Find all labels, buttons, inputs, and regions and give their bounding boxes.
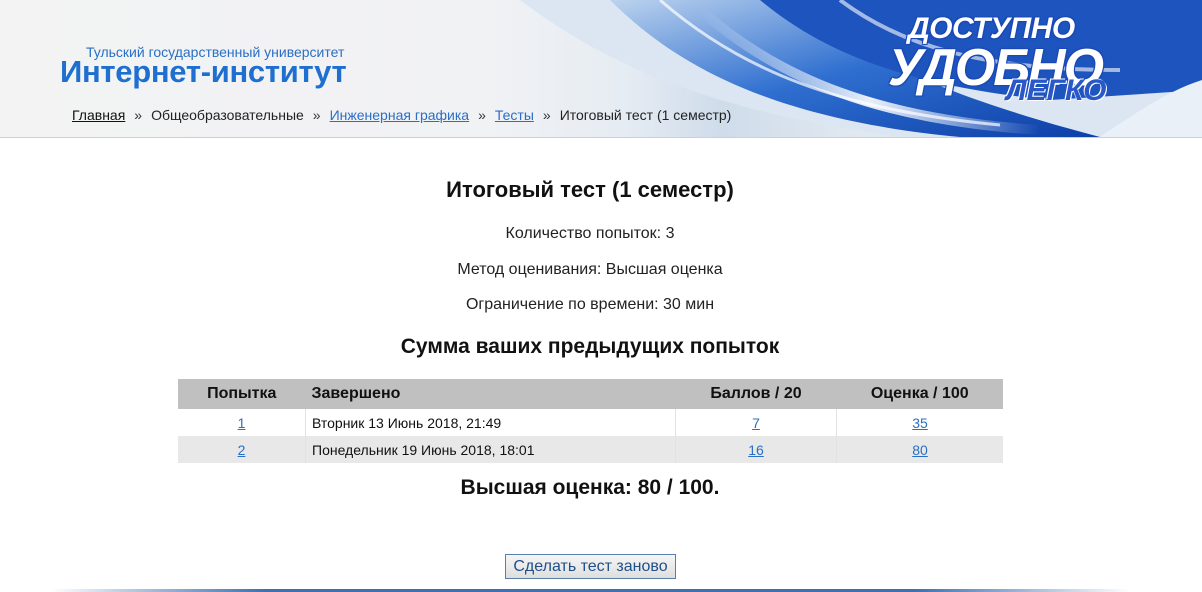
column-header-grade: Оценка / 100 xyxy=(836,379,1003,409)
breadcrumb-home-link[interactable]: Главная xyxy=(72,107,125,123)
points-link[interactable]: 7 xyxy=(752,415,760,431)
breadcrumb-separator: » xyxy=(542,107,551,123)
attempt-link[interactable]: 1 xyxy=(238,415,246,431)
breadcrumb-separator: » xyxy=(478,107,486,123)
summary-title: Сумма ваших предыдущих попыток xyxy=(400,335,780,358)
grade-link[interactable]: 80 xyxy=(912,442,928,458)
table-row: 2 Понедельник 19 Июнь 2018, 18:01 16 80 xyxy=(178,436,1003,463)
main-content: Итоговый тест (1 семестр) Количество поп… xyxy=(0,138,1202,592)
quiz-title: Итоговый тест (1 семестр) xyxy=(446,177,734,202)
breadcrumb-course-link[interactable]: Инженерная графика xyxy=(330,107,469,123)
attempt-link[interactable]: 2 xyxy=(238,442,246,458)
breadcrumb-separator: » xyxy=(312,107,321,123)
breadcrumb: Главная » Общеобразовательные » Инженерная г… xyxy=(72,107,731,123)
column-header-completed: Завершено xyxy=(305,379,676,409)
best-grade: Высшая оценка: 80 / 100. xyxy=(460,476,720,499)
slogan-logo: ДОСТУПНО УДОБНО ЛЕГКО xyxy=(880,10,1120,120)
slogan-word-3: ЛЕГКО xyxy=(1006,74,1107,107)
points-link[interactable]: 16 xyxy=(748,442,764,458)
time-limit: Ограничение по времени: 30 мин xyxy=(465,296,715,313)
breadcrumb-category: Общеобразовательные xyxy=(151,107,304,123)
institute-logo-text[interactable]: Интернет-институт xyxy=(60,54,347,90)
breadcrumb-separator: » xyxy=(134,107,143,123)
breadcrumb-current: Итоговый тест (1 семестр) xyxy=(559,107,732,123)
column-header-attempt: Попытка xyxy=(178,379,306,409)
attempts-allowed: Количество попыток: 3 xyxy=(505,225,675,242)
site-header: Тульский государственный университет Инт… xyxy=(0,0,1202,138)
attempts-table: Попытка Завершено Баллов / 20 Оценка / 1… xyxy=(178,379,1003,463)
column-header-points: Баллов / 20 xyxy=(675,379,837,409)
grading-method: Метод оценивания: Высшая оценка xyxy=(457,261,723,278)
table-header-row: Попытка Завершено Баллов / 20 Оценка / 1… xyxy=(178,379,1003,409)
retake-quiz-button[interactable]: Сделать тест заново xyxy=(505,554,676,579)
completed-date: Вторник 13 Июнь 2018, 21:49 xyxy=(305,409,676,436)
breadcrumb-tests-link[interactable]: Тесты xyxy=(495,107,534,123)
completed-date: Понедельник 19 Июнь 2018, 18:01 xyxy=(305,436,676,463)
table-row: 1 Вторник 13 Июнь 2018, 21:49 7 35 xyxy=(178,409,1003,436)
grade-link[interactable]: 35 xyxy=(912,415,928,431)
